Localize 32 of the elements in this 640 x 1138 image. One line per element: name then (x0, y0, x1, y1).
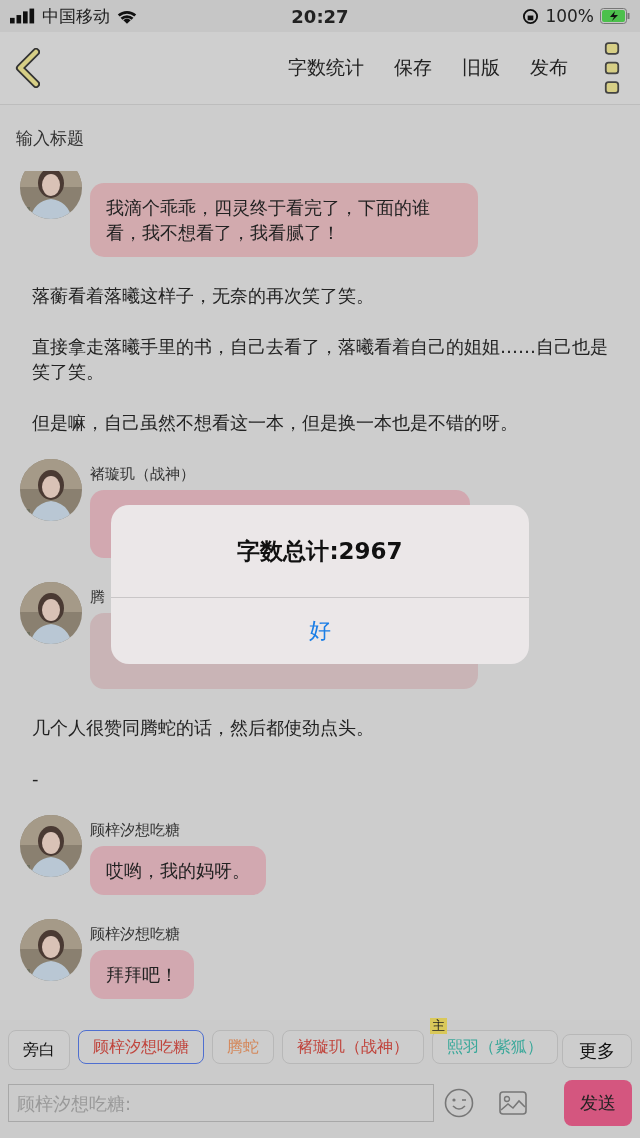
image-icon[interactable] (498, 1088, 528, 1118)
send-button[interactable]: 发送 (564, 1080, 632, 1126)
sender-name: 腾 (90, 588, 106, 607)
rotation-lock-icon (522, 7, 540, 25)
message-bubble: 哎哟，我的妈呀。 (90, 846, 266, 895)
message-bubble: 拜拜吧！ (90, 950, 194, 999)
status-time: 20:27 (291, 5, 349, 27)
battery-percent: 100% (545, 6, 594, 26)
narration-text: 但是嘛，自己虽然不想看这一本，但是换一本也是不错的呀。 (32, 411, 519, 435)
more-icon[interactable] (604, 40, 620, 96)
role-chip[interactable]: 旁白 (8, 1030, 70, 1070)
narration-text: 直接拿走落曦手里的书，自己去看了，落曦看着自己的姐姐……自己也是笑了笑。 (32, 335, 608, 384)
narration-text: - (32, 767, 40, 791)
narration-text: 落蘅看着落曦这样子，无奈的再次笑了笑。 (32, 284, 375, 308)
signal-icon (10, 8, 36, 24)
battery-icon (600, 8, 630, 24)
nav-action[interactable]: 旧版 (462, 55, 500, 81)
nav-action[interactable]: 字数统计 (288, 55, 364, 81)
title-field[interactable]: 输入标题 (16, 128, 316, 148)
back-icon[interactable] (14, 48, 40, 88)
nav-action[interactable]: 发布 (530, 55, 568, 81)
message-bubble: 我滴个乖乖，四灵终于看完了，下面的谁看，我不想看了，我看腻了！ (90, 183, 478, 257)
sender-name: 褚璇玑（战神） (90, 465, 196, 484)
narration-text: 几个人很赞同腾蛇的话，然后都使劲点头。 (32, 716, 375, 740)
carrier-name: 中国移动 (42, 4, 110, 28)
emoji-icon[interactable] (444, 1088, 474, 1118)
more-button[interactable]: 更多 (562, 1034, 632, 1068)
main-badge: 主 (430, 1018, 447, 1034)
sender-name: 顾梓汐想吃糖 (90, 925, 181, 944)
alert-message: 字数总计:2967 (111, 505, 529, 598)
sender-name: 顾梓汐想吃糖 (90, 821, 181, 840)
nav-action[interactable]: 保存 (394, 55, 432, 81)
